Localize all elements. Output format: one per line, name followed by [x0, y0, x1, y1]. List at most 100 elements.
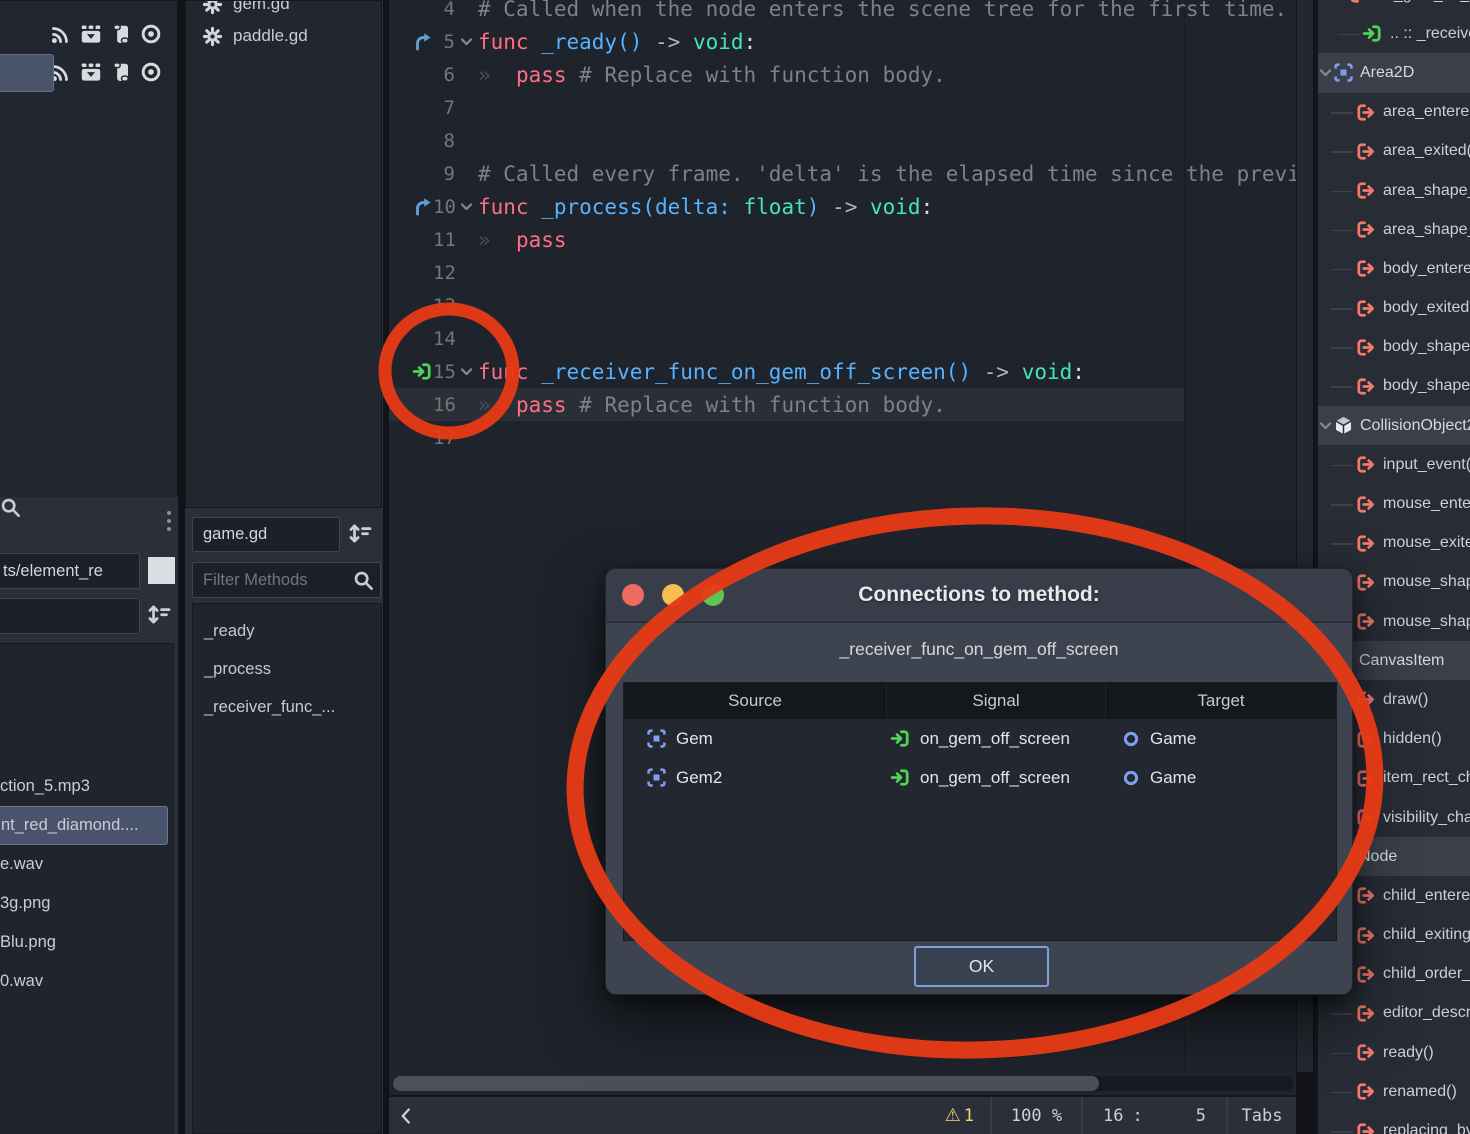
- signal-row[interactable]: mouse_entered(): [1318, 484, 1470, 523]
- line-number: 7: [433, 97, 455, 119]
- warnings-indicator[interactable]: ⚠ 1: [945, 1097, 990, 1134]
- group-icon[interactable]: [80, 0, 102, 3]
- signal-row[interactable]: .. :: _receiver_func_on_g: [1318, 14, 1470, 53]
- code-line[interactable]: 12: [389, 256, 1296, 289]
- signals-class-header[interactable]: CollisionObject2D: [1318, 406, 1470, 445]
- file-list-item[interactable]: e.wav: [0, 845, 173, 884]
- ok-button[interactable]: OK: [914, 946, 1049, 987]
- signal-icon: [1355, 298, 1376, 319]
- minimize-traffic-light[interactable]: [662, 584, 684, 606]
- script-icon[interactable]: [110, 0, 132, 3]
- editor-horizontal-scrollbar[interactable]: [389, 1072, 1296, 1095]
- cursor-position[interactable]: 16: 5: [1083, 1097, 1226, 1134]
- method-list-item[interactable]: _receiver_func_...: [193, 688, 381, 726]
- code-line[interactable]: 5func _ready() -> void:: [389, 25, 1296, 58]
- method-list-item[interactable]: _ready: [193, 612, 381, 650]
- connected-icon[interactable]: [412, 361, 433, 382]
- column-header-target[interactable]: Target: [1105, 683, 1336, 719]
- close-traffic-light[interactable]: [622, 584, 644, 606]
- connection-row[interactable]: Gemon_gem_off_screenGame: [624, 719, 1336, 758]
- override-icon[interactable]: [413, 197, 433, 217]
- group-icon[interactable]: [80, 23, 102, 45]
- chevron-down-icon[interactable]: [459, 34, 474, 49]
- dialog-titlebar[interactable]: Connections to method:: [606, 569, 1352, 623]
- signal-row[interactable]: on_gem_off_screen(: [1318, 0, 1470, 14]
- code-line[interactable]: 6» pass # Replace with function body.: [389, 58, 1296, 91]
- zoom-traffic-light[interactable]: [702, 584, 724, 606]
- signal-broadcast-icon[interactable]: [50, 23, 72, 45]
- script-icon[interactable]: [110, 61, 132, 83]
- gear-icon: [202, 0, 223, 15]
- file-list-item[interactable]: 0.wav: [0, 962, 173, 1001]
- visibility-icon[interactable]: [140, 61, 162, 83]
- signal-row[interactable]: body_shape_entered(: [1318, 328, 1470, 367]
- scrollbar-thumb[interactable]: [393, 1076, 1099, 1091]
- panel-drag-handle[interactable]: [164, 511, 174, 531]
- signal-row[interactable]: editor_description_c: [1318, 994, 1470, 1033]
- file-list-item[interactable]: nt_red_diamond....: [0, 806, 168, 845]
- scene-tree-row[interactable]: [0, 15, 177, 53]
- scene-tree-row[interactable]: [0, 0, 177, 11]
- code-line[interactable]: 15func _receiver_func_on_gem_off_screen(…: [389, 355, 1296, 388]
- back-chevron-icon[interactable]: [399, 1107, 412, 1125]
- group-icon[interactable]: [80, 61, 102, 83]
- signal-icon: [1355, 1121, 1376, 1134]
- script-icon[interactable]: [110, 23, 132, 45]
- search-icon: [353, 570, 374, 596]
- code-line[interactable]: 14: [389, 322, 1296, 355]
- node2d-icon: [646, 767, 667, 788]
- signal-row[interactable]: body_exited(body:: [1318, 289, 1470, 328]
- signal-icon: [1355, 1042, 1376, 1063]
- code-line[interactable]: 8: [389, 124, 1296, 157]
- filesystem-search-input[interactable]: [0, 598, 140, 634]
- signal-row[interactable]: replacing_by(node:: [1318, 1111, 1470, 1134]
- script-list-item[interactable]: paddle.gd: [186, 19, 381, 53]
- visibility-icon[interactable]: [140, 23, 162, 45]
- signal-row[interactable]: area_shape_entered(: [1318, 171, 1470, 210]
- file-list-item[interactable]: Blu.png: [0, 923, 173, 962]
- file-list-item[interactable]: 3g.png: [0, 884, 173, 923]
- code-line[interactable]: 13: [389, 289, 1296, 322]
- chevron-down-icon[interactable]: [1318, 418, 1333, 433]
- code-line[interactable]: 4# Called when the node enters the scene…: [389, 0, 1296, 25]
- signal-row[interactable]: ready(): [1318, 1033, 1470, 1072]
- script-list-item[interactable]: gem.gd: [186, 0, 381, 21]
- indent-type-indicator[interactable]: Tabs: [1228, 1097, 1296, 1134]
- code-line[interactable]: 16» pass # Replace with function body.: [389, 388, 1296, 421]
- code-line[interactable]: 9# Called every frame. 'delta' is the el…: [389, 157, 1296, 190]
- scene-tree-row[interactable]: [0, 53, 177, 91]
- connected-icon: [890, 767, 911, 788]
- signal-row[interactable]: input_event(viewport: [1318, 445, 1470, 484]
- signal-row[interactable]: area_exited(area:: [1318, 132, 1470, 171]
- filesystem-path-input[interactable]: [0, 553, 140, 589]
- sort-methods-icon[interactable]: [347, 522, 373, 550]
- signals-class-header[interactable]: Area2D: [1318, 53, 1470, 92]
- sort-icon[interactable]: [146, 603, 172, 631]
- signal-row[interactable]: renamed(): [1318, 1072, 1470, 1111]
- column-header-source[interactable]: Source: [624, 683, 886, 719]
- code-line[interactable]: 7: [389, 91, 1296, 124]
- chevron-down-icon[interactable]: [1318, 65, 1333, 80]
- line-number: 17: [433, 427, 455, 449]
- column-header-signal[interactable]: Signal: [886, 683, 1105, 719]
- signal-row[interactable]: mouse_exited(): [1318, 524, 1470, 563]
- signal-icon: [1355, 572, 1376, 593]
- code-line[interactable]: 11» pass: [389, 223, 1296, 256]
- file-list-item[interactable]: ction_5.mp3: [0, 767, 173, 806]
- code-line[interactable]: 17: [389, 421, 1296, 454]
- signal-row[interactable]: area_entered(area:: [1318, 93, 1470, 132]
- signal-row[interactable]: body_entered(body:: [1318, 249, 1470, 288]
- editor-zoom-level[interactable]: 100 %: [992, 1097, 1081, 1134]
- connections-table: Source Signal Target Gemon_gem_off_scree…: [623, 682, 1337, 941]
- chevron-down-icon[interactable]: [459, 364, 474, 379]
- node2d-icon: [646, 728, 667, 749]
- signal-row[interactable]: area_shape_exited(: [1318, 210, 1470, 249]
- method-list-item[interactable]: _process: [193, 650, 381, 688]
- code-line[interactable]: 10func _process(delta: float) -> void:: [389, 190, 1296, 223]
- connection-row[interactable]: Gem2on_gem_off_screenGame: [624, 758, 1336, 797]
- signal-row[interactable]: body_shape_exited(: [1318, 367, 1470, 406]
- override-icon[interactable]: [413, 32, 433, 52]
- chevron-down-icon[interactable]: [459, 199, 474, 214]
- script-name-field[interactable]: [192, 517, 340, 552]
- selected-node-highlight[interactable]: [0, 54, 54, 92]
